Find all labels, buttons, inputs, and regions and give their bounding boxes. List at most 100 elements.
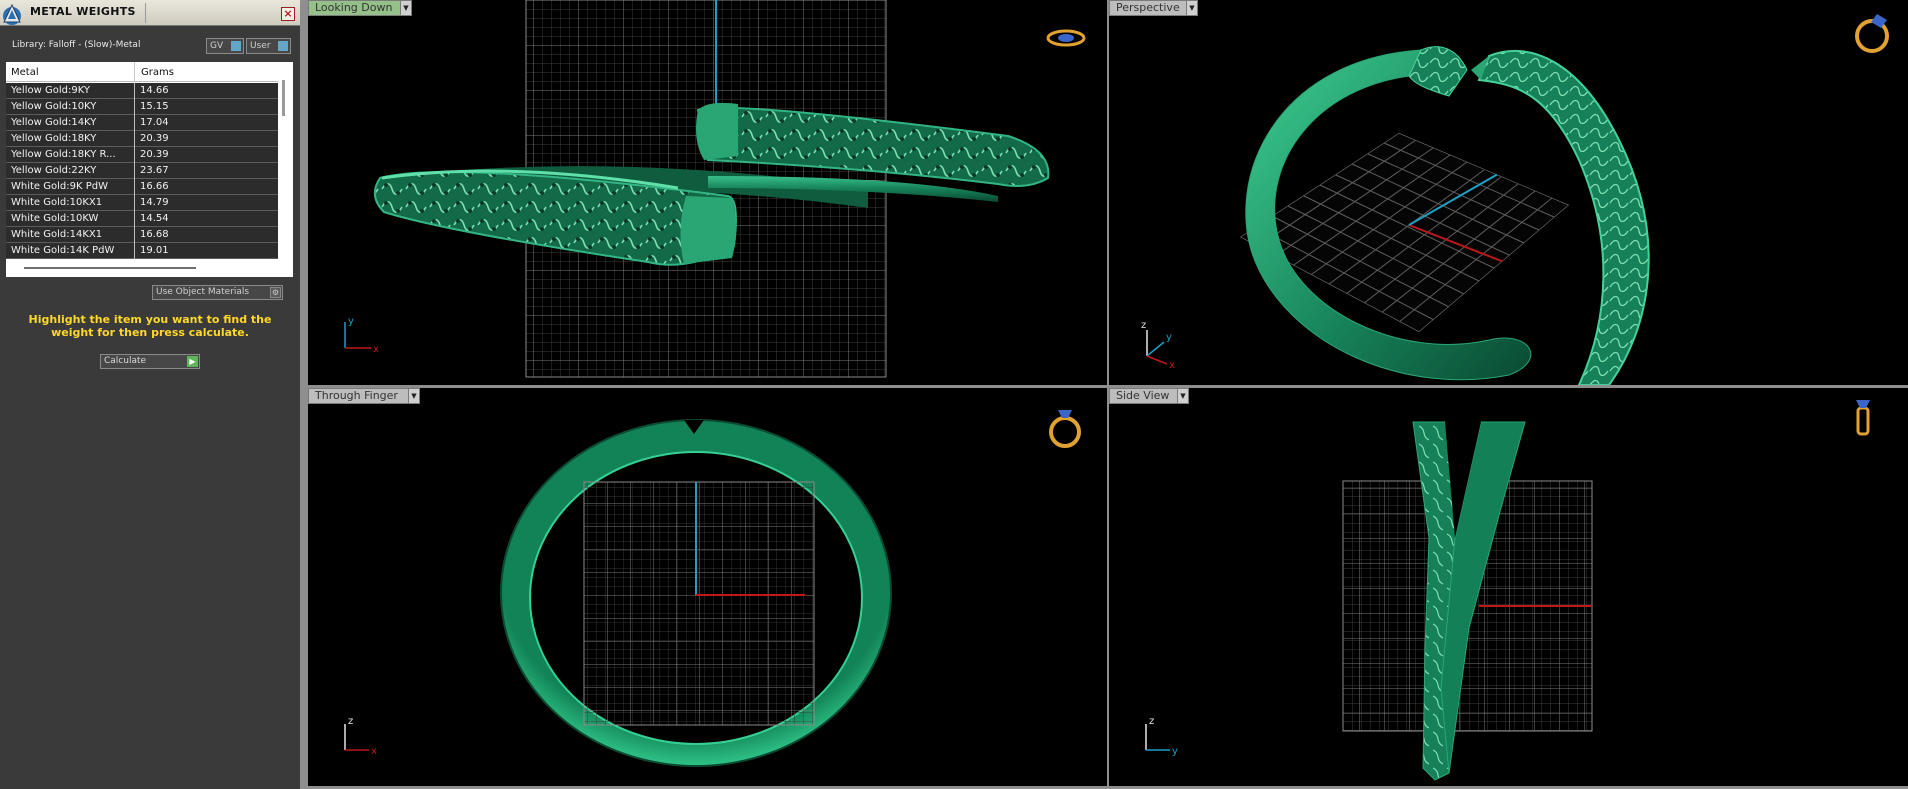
axis-h-label: x [371, 746, 377, 757]
viewport-menu-looking-down[interactable]: Looking Down ▼ [308, 0, 412, 16]
viewport-label: Side View [1116, 389, 1170, 402]
metal-cell: Yellow Gold:14KY [11, 117, 97, 128]
metal-weights-panel: METAL WEIGHTS × Library: Falloff - (Slow… [0, 0, 300, 789]
cell-divider [134, 179, 135, 195]
grams-cell: 17.04 [140, 117, 169, 128]
gv-toggle-icon [231, 41, 241, 51]
grams-cell: 20.39 [140, 133, 169, 144]
library-label: Library: Falloff - (Slow)-Metal [12, 40, 141, 50]
gv-toggle[interactable]: GV [206, 38, 244, 54]
grams-cell: 14.79 [140, 197, 169, 208]
panel-title: METAL WEIGHTS [30, 5, 136, 18]
cell-divider [134, 163, 135, 179]
axis-d-label: y [1166, 332, 1172, 343]
column-header-metal[interactable]: Metal [11, 67, 39, 78]
axis-v-label: z [348, 716, 353, 727]
axis-v-label: z [1141, 320, 1146, 331]
view-cube-icon[interactable] [1046, 29, 1086, 47]
cell-divider [134, 115, 135, 131]
user-toggle-icon [278, 41, 288, 51]
viewport-perspective[interactable]: z y x Perspective ▼ [1109, 0, 1908, 385]
grams-cell: 23.67 [140, 165, 169, 176]
grams-cell: 19.01 [140, 245, 169, 256]
view-cube-icon[interactable] [1856, 400, 1870, 436]
metal-table[interactable]: Metal Grams Yellow Gold:9KY 14.66 Yellow … [6, 62, 293, 277]
cell-divider [134, 243, 135, 259]
grams-cell: 14.54 [140, 213, 169, 224]
user-label: User [250, 41, 271, 51]
cell-divider [134, 211, 135, 227]
viewport-label: Through Finger [315, 389, 398, 402]
grams-cell: 15.15 [140, 101, 169, 112]
instruction-text: Highlight the item you want to find the … [28, 313, 272, 339]
metal-cell: Yellow Gold:22KY [11, 165, 97, 176]
gv-label: GV [210, 41, 224, 51]
horizontal-scroll-thumb[interactable] [24, 267, 196, 269]
chevron-down-icon[interactable]: ▼ [1177, 389, 1188, 403]
axis-gizmo: y x [344, 316, 379, 355]
panel-titlebar[interactable]: METAL WEIGHTS × [0, 0, 300, 26]
axis-gizmo: z y x [1141, 320, 1175, 371]
ring-model[interactable] [373, 102, 1050, 266]
app-logo-icon [3, 3, 21, 25]
table-row[interactable]: White Gold:9K PdW 16.66 [6, 179, 278, 195]
axis-gizmo: z x [344, 716, 377, 757]
table-header: Metal Grams [6, 62, 278, 82]
perspective-scene: z y x [1141, 14, 1889, 385]
column-divider [134, 62, 135, 82]
cell-divider [134, 147, 135, 163]
chevron-down-icon[interactable]: ▼ [400, 1, 411, 15]
viewport-menu-side-view[interactable]: Side View ▼ [1109, 388, 1189, 404]
grams-cell: 14.66 [140, 85, 169, 96]
table-row[interactable]: White Gold:10KW 14.54 [6, 211, 278, 227]
metal-cell: White Gold:10KW [11, 213, 99, 224]
metal-cell: Yellow Gold:9KY [11, 85, 90, 96]
table-row[interactable]: White Gold:14KX1 16.68 [6, 227, 278, 243]
grams-cell: 20.39 [140, 149, 169, 160]
chevron-down-icon[interactable]: ▼ [408, 389, 419, 403]
vertical-scroll-thumb[interactable] [282, 80, 285, 116]
cell-divider [134, 227, 135, 243]
use-object-materials-label: Use Object Materials [156, 287, 250, 297]
view-cube-icon[interactable] [1049, 410, 1081, 448]
close-button[interactable]: × [281, 7, 295, 21]
gear-icon: ⚙ [270, 287, 281, 298]
viewport-through-finger[interactable]: z x Through Finger ▼ [308, 388, 1107, 786]
table-row[interactable]: Yellow Gold:22KY 23.67 [6, 163, 278, 179]
view-cube-icon[interactable] [1855, 14, 1889, 53]
metal-cell: White Gold:14KX1 [11, 229, 103, 240]
cell-divider [134, 99, 135, 115]
user-toggle[interactable]: User [246, 38, 291, 54]
table-row[interactable]: Yellow Gold:10KY 15.15 [6, 99, 278, 115]
metal-cell: Yellow Gold:18KY R... [11, 149, 116, 160]
viewport-label: Looking Down [315, 1, 393, 14]
chevron-down-icon[interactable]: ▼ [1186, 1, 1197, 15]
viewport-looking-down[interactable]: y x Looking Down ▼ [308, 0, 1107, 385]
axis-v-label: z [1149, 716, 1154, 727]
ring-model[interactable] [500, 419, 892, 767]
through-finger-scene: z x [344, 410, 1081, 767]
metal-cell: Yellow Gold:18KY [11, 133, 97, 144]
vertical-scrollbar[interactable] [282, 68, 287, 268]
metal-cell: White Gold:14K PdW [11, 245, 115, 256]
use-object-materials-button[interactable]: Use Object Materials ⚙ [152, 285, 283, 300]
table-row[interactable]: Yellow Gold:9KY 14.66 [6, 83, 278, 99]
viewport-side-view[interactable]: z y Side View ▼ [1109, 388, 1908, 786]
table-row[interactable]: Yellow Gold:14KY 17.04 [6, 115, 278, 131]
side-view-scene: z y [1145, 400, 1870, 781]
axis-h-label: x [1169, 360, 1175, 371]
viewport-menu-perspective[interactable]: Perspective ▼ [1109, 0, 1198, 16]
table-row[interactable]: White Gold:10KX1 14.79 [6, 195, 278, 211]
viewport-menu-through-finger[interactable]: Through Finger ▼ [308, 388, 420, 404]
column-header-grams[interactable]: Grams [141, 67, 174, 78]
axis-v-label: y [348, 316, 354, 327]
cell-divider [134, 83, 135, 99]
play-icon: ▶ [187, 356, 198, 367]
table-row[interactable]: Yellow Gold:18KY R... 20.39 [6, 147, 278, 163]
titlebar-divider [145, 3, 146, 23]
calculate-button[interactable]: Calculate ▶ [100, 354, 200, 369]
table-row[interactable]: White Gold:14K PdW 19.01 [6, 243, 278, 259]
table-row[interactable]: Yellow Gold:18KY 20.39 [6, 131, 278, 147]
metal-cell: White Gold:10KX1 [11, 197, 103, 208]
app-window: { "panel": { "title": "METAL WEIGHTS", "… [0, 0, 1908, 789]
